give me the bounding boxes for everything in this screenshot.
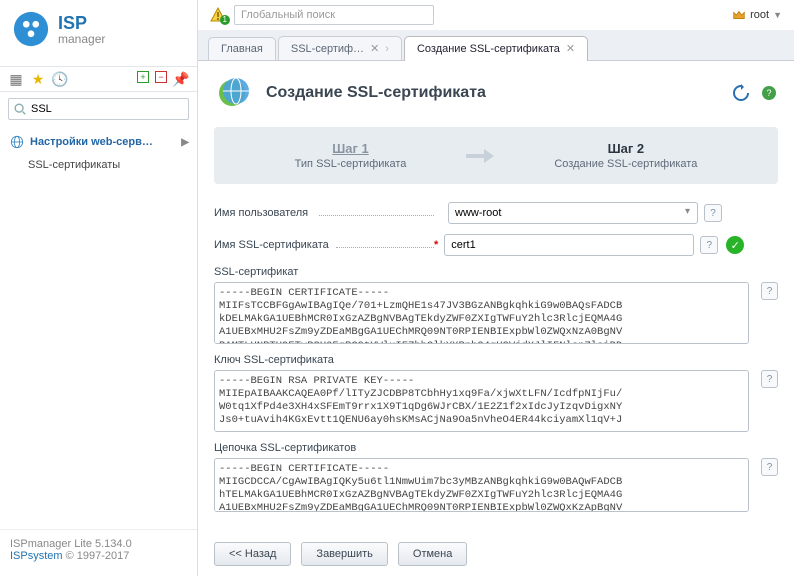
- history-icon[interactable]: 🕓: [52, 71, 68, 87]
- user-menu[interactable]: root ▼: [732, 8, 782, 22]
- svg-text:?: ?: [766, 88, 771, 98]
- help-icon[interactable]: ?: [761, 370, 778, 388]
- close-icon[interactable]: ✕: [566, 42, 575, 55]
- tab-ssl[interactable]: SSL-сертиф…✕›: [278, 36, 402, 60]
- help-globe-icon[interactable]: ?: [760, 84, 778, 102]
- wizard-steps: Шаг 1 Тип SSL-сертификата Шаг 2 Создание…: [214, 127, 778, 184]
- logo-icon: [12, 10, 50, 48]
- footer: ISPmanager Lite 5.134.0 ISPsystem © 1997…: [0, 529, 197, 576]
- help-icon[interactable]: ?: [700, 236, 718, 254]
- expand-icon[interactable]: +: [137, 71, 149, 83]
- alert-count: 1: [220, 15, 230, 25]
- help-icon[interactable]: ?: [704, 204, 722, 222]
- star-icon[interactable]: ★: [30, 71, 46, 87]
- label-certname: Имя SSL-сертификата: [214, 239, 434, 251]
- help-icon[interactable]: ?: [761, 282, 778, 300]
- label-key: Ключ SSL-сертификата: [214, 354, 778, 366]
- valid-check-icon: ✓: [726, 236, 744, 254]
- panel-icon[interactable]: ▦: [8, 71, 24, 87]
- label-chain: Цепочка SSL-сертификатов: [214, 442, 778, 454]
- username-select[interactable]: [448, 202, 698, 224]
- finish-button[interactable]: Завершить: [301, 542, 387, 566]
- help-icon[interactable]: ?: [761, 458, 778, 476]
- chevron-right-icon: ›: [385, 43, 389, 55]
- label-username: Имя пользователя: [214, 207, 434, 219]
- app-logo: ISP manager: [0, 0, 197, 66]
- back-button[interactable]: << Назад: [214, 542, 291, 566]
- nav-ssl-certs[interactable]: SSL-сертификаты: [0, 154, 197, 176]
- global-search[interactable]: Глобальный поиск: [234, 5, 434, 25]
- user-name: root: [750, 9, 769, 21]
- tab-main[interactable]: Главная: [208, 37, 276, 60]
- search-icon: [13, 102, 27, 116]
- nav-label: Настройки web-серв…: [30, 136, 153, 148]
- pin-icon[interactable]: 📌: [173, 71, 189, 87]
- alerts-button[interactable]: 1: [210, 7, 226, 23]
- chain-textarea[interactable]: [214, 458, 749, 512]
- cancel-button[interactable]: Отмена: [398, 542, 467, 566]
- refresh-icon[interactable]: [732, 84, 750, 102]
- cert-textarea[interactable]: [214, 282, 749, 344]
- crown-icon: [732, 8, 746, 22]
- search-input[interactable]: [27, 101, 184, 117]
- label-cert: SSL-сертификат: [214, 266, 778, 278]
- globe-icon: [10, 135, 24, 149]
- nav-web-settings[interactable]: Настройки web-серв… ▶: [0, 130, 197, 154]
- close-icon[interactable]: ✕: [370, 42, 379, 55]
- tab-create-ssl[interactable]: Создание SSL-сертификата✕: [404, 36, 588, 61]
- page-title: Создание SSL-сертификата: [266, 84, 486, 102]
- cert-globe-icon: [214, 73, 254, 113]
- chevron-right-icon: ▶: [181, 137, 189, 148]
- required-marker: *: [434, 239, 438, 251]
- sidebar-search[interactable]: [8, 98, 189, 120]
- wizard-step-1[interactable]: Шаг 1 Тип SSL-сертификата: [295, 141, 407, 170]
- arrow-right-icon: [466, 146, 494, 166]
- key-textarea[interactable]: [214, 370, 749, 432]
- wizard-step-2: Шаг 2 Создание SSL-сертификата: [554, 141, 697, 170]
- collapse-icon[interactable]: −: [155, 71, 167, 83]
- footer-link[interactable]: ISPsystem: [10, 550, 63, 562]
- chevron-down-icon: ▼: [773, 10, 782, 20]
- certname-input[interactable]: [444, 234, 694, 256]
